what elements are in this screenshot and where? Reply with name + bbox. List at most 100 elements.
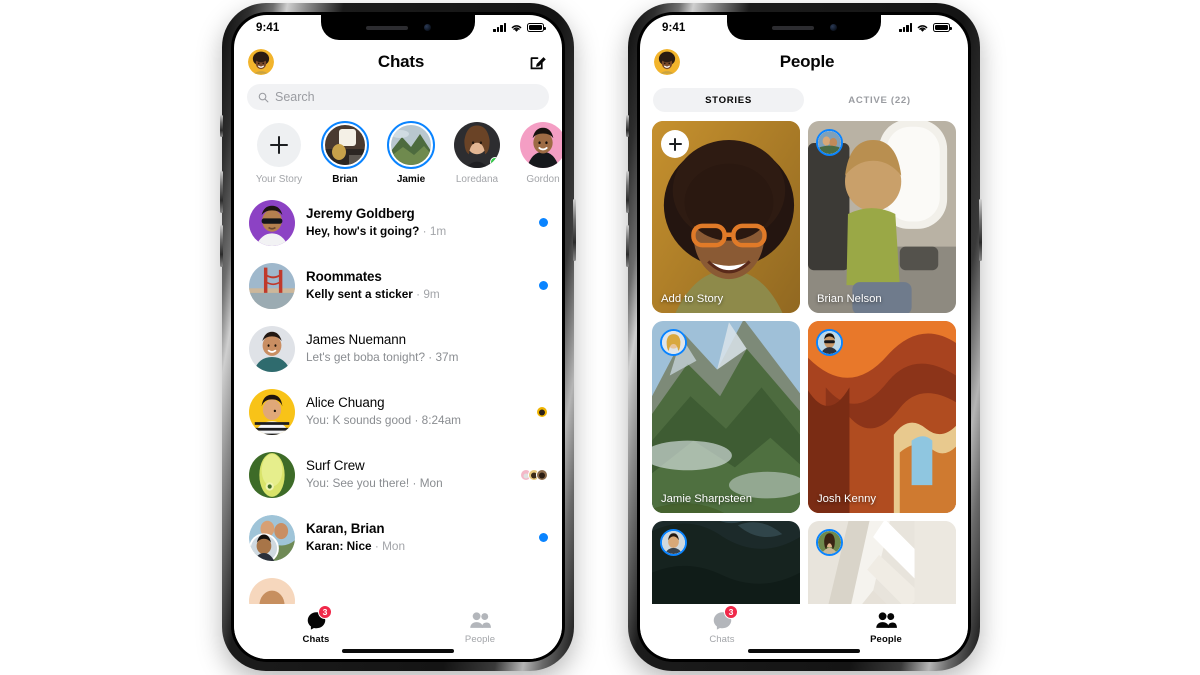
- battery-full-icon: [933, 23, 952, 32]
- online-status-indicator: [490, 157, 500, 167]
- earpiece-speaker: [365, 25, 408, 30]
- screenshot-stage: 9:41 Chats Search Your Story Brian Jamie…: [0, 0, 1200, 675]
- profile-avatar[interactable]: [654, 49, 680, 75]
- phone-right-screen: 9:41 People STORIES ACTIVE (22) Add to S…: [640, 15, 968, 659]
- story-tray[interactable]: Your Story Brian Jamie Loredana Gordon: [234, 110, 562, 185]
- people-header: People: [640, 40, 968, 82]
- story-tile-josh-kenny[interactable]: Josh Kenny: [808, 321, 956, 513]
- avatar[interactable]: [249, 514, 295, 561]
- chat-name: Roommates: [306, 269, 382, 285]
- chat-row[interactable]: Jeremy Goldberg Hey, how's it going? · 1…: [234, 191, 562, 254]
- notch: [321, 15, 475, 40]
- unread-indicator: [539, 218, 548, 227]
- chat-row[interactable]: Karan, Brian Karan: Nice · Mon: [234, 506, 562, 569]
- people-icon: [469, 612, 491, 628]
- story-author-avatar: [660, 329, 687, 356]
- seen-avatar: [536, 468, 548, 481]
- story-tile-brian-nelson[interactable]: Brian Nelson: [808, 121, 956, 313]
- plus-icon[interactable]: [257, 123, 301, 167]
- story-item-loredana[interactable]: Loredana: [444, 121, 510, 185]
- tab-stories[interactable]: STORIES: [653, 88, 804, 112]
- story-tile-label: Add to Story: [661, 293, 724, 305]
- tab-active[interactable]: ACTIVE (22): [804, 88, 955, 112]
- unread-indicator: [539, 281, 548, 290]
- tab-people[interactable]: People: [435, 610, 525, 645]
- people-icon: [875, 612, 897, 628]
- chat-row[interactable]: Surf Crew You: See you there! · Mon: [234, 443, 562, 506]
- phone-right-device: 9:41 People STORIES ACTIVE (22) Add to S…: [626, 3, 982, 671]
- chat-snippet: Karan: Nice · Mon: [306, 539, 406, 554]
- avatar[interactable]: [249, 199, 295, 246]
- page-title: People: [779, 52, 835, 71]
- home-indicator[interactable]: [342, 649, 454, 653]
- tab-label: People: [870, 634, 902, 645]
- tab-label: Chats: [302, 634, 330, 645]
- avatar[interactable]: [249, 451, 295, 498]
- seen-receipts: [536, 405, 548, 418]
- chat-snippet: You: K sounds good · 8:24am: [306, 413, 462, 428]
- avatar[interactable]: [249, 388, 295, 435]
- seen-avatar: [536, 405, 548, 418]
- tab-label: People: [464, 634, 496, 645]
- chat-list[interactable]: Jeremy Goldberg Hey, how's it going? · 1…: [234, 185, 562, 632]
- stories-grid[interactable]: Add to Story Brian Nelson Jamie Sharpste…: [640, 112, 968, 636]
- compose-pencil-icon[interactable]: [528, 52, 548, 72]
- tab-label: Chats: [709, 634, 735, 645]
- signal-bars-icon: [899, 23, 912, 32]
- story-tile-add[interactable]: Add to Story: [652, 121, 800, 313]
- unread-indicator: [539, 533, 548, 542]
- story-tile-label: Brian Nelson: [817, 293, 882, 305]
- story-tile-label: Josh Kenny: [817, 493, 877, 505]
- chat-row[interactable]: Roommates Kelly sent a sticker · 9m: [234, 254, 562, 317]
- story-label: Jamie: [396, 174, 426, 185]
- avatar: [248, 49, 274, 75]
- chats-header: Chats: [234, 40, 562, 82]
- tab-people[interactable]: People: [841, 610, 931, 645]
- tab-chats[interactable]: 3 Chats: [271, 605, 361, 645]
- segmented-control[interactable]: STORIES ACTIVE (22): [653, 88, 955, 112]
- chat-snippet: Let's get boba tonight? · 37m: [306, 350, 459, 365]
- chat-row[interactable]: James Nuemann Let's get boba tonight? · …: [234, 317, 562, 380]
- tab-chats[interactable]: 3 Chats: [677, 605, 767, 645]
- chats-badge: 3: [724, 605, 738, 619]
- chat-name: Karan, Brian: [306, 521, 385, 537]
- story-item-brian[interactable]: Brian: [312, 121, 378, 185]
- story-item-jamie[interactable]: Jamie: [378, 121, 444, 185]
- chat-name: Alice Chuang: [306, 395, 385, 411]
- home-indicator[interactable]: [748, 649, 860, 653]
- search-icon: [258, 92, 269, 102]
- status-time: 9:41: [662, 21, 686, 34]
- search-placeholder: Search: [275, 90, 315, 104]
- story-thumbnail: [391, 125, 431, 165]
- story-label: Your Story: [255, 174, 303, 185]
- story-item-gordon[interactable]: Gordon: [510, 121, 562, 185]
- notch: [727, 15, 881, 40]
- story-author-avatar: [816, 129, 843, 156]
- chat-name: James Nuemann: [306, 332, 406, 348]
- wifi-icon: [917, 24, 928, 32]
- story-label: Gordon: [526, 174, 560, 185]
- story-author-avatar: [660, 529, 687, 556]
- story-author-avatar: [816, 329, 843, 356]
- plus-icon[interactable]: [661, 130, 689, 158]
- story-label: Brian: [332, 174, 358, 185]
- avatar[interactable]: [249, 262, 295, 309]
- phone-left-device: 9:41 Chats Search Your Story Brian Jamie…: [220, 3, 576, 671]
- chat-row[interactable]: Alice Chuang You: K sounds good · 8:24am: [234, 380, 562, 443]
- wifi-icon: [511, 24, 522, 32]
- page-title: Chats: [377, 52, 425, 71]
- search-input[interactable]: Search: [247, 84, 549, 110]
- profile-avatar[interactable]: [248, 49, 274, 75]
- story-tile-label: Jamie Sharpsteen: [661, 493, 753, 505]
- chat-snippet: Kelly sent a sticker · 9m: [306, 287, 440, 302]
- header-spacer: [934, 52, 954, 72]
- story-thumbnail: [325, 125, 365, 165]
- story-tile-jamie-sharpsteen[interactable]: Jamie Sharpsteen: [652, 321, 800, 513]
- story-thumbnail: [520, 122, 562, 168]
- avatar[interactable]: [249, 325, 295, 372]
- story-label: Loredana: [455, 174, 499, 185]
- story-item-your-story[interactable]: Your Story: [246, 121, 312, 185]
- chat-name: Jeremy Goldberg: [306, 206, 415, 222]
- chats-badge: 3: [318, 605, 332, 619]
- phone-left-screen: 9:41 Chats Search Your Story Brian Jamie…: [234, 15, 562, 659]
